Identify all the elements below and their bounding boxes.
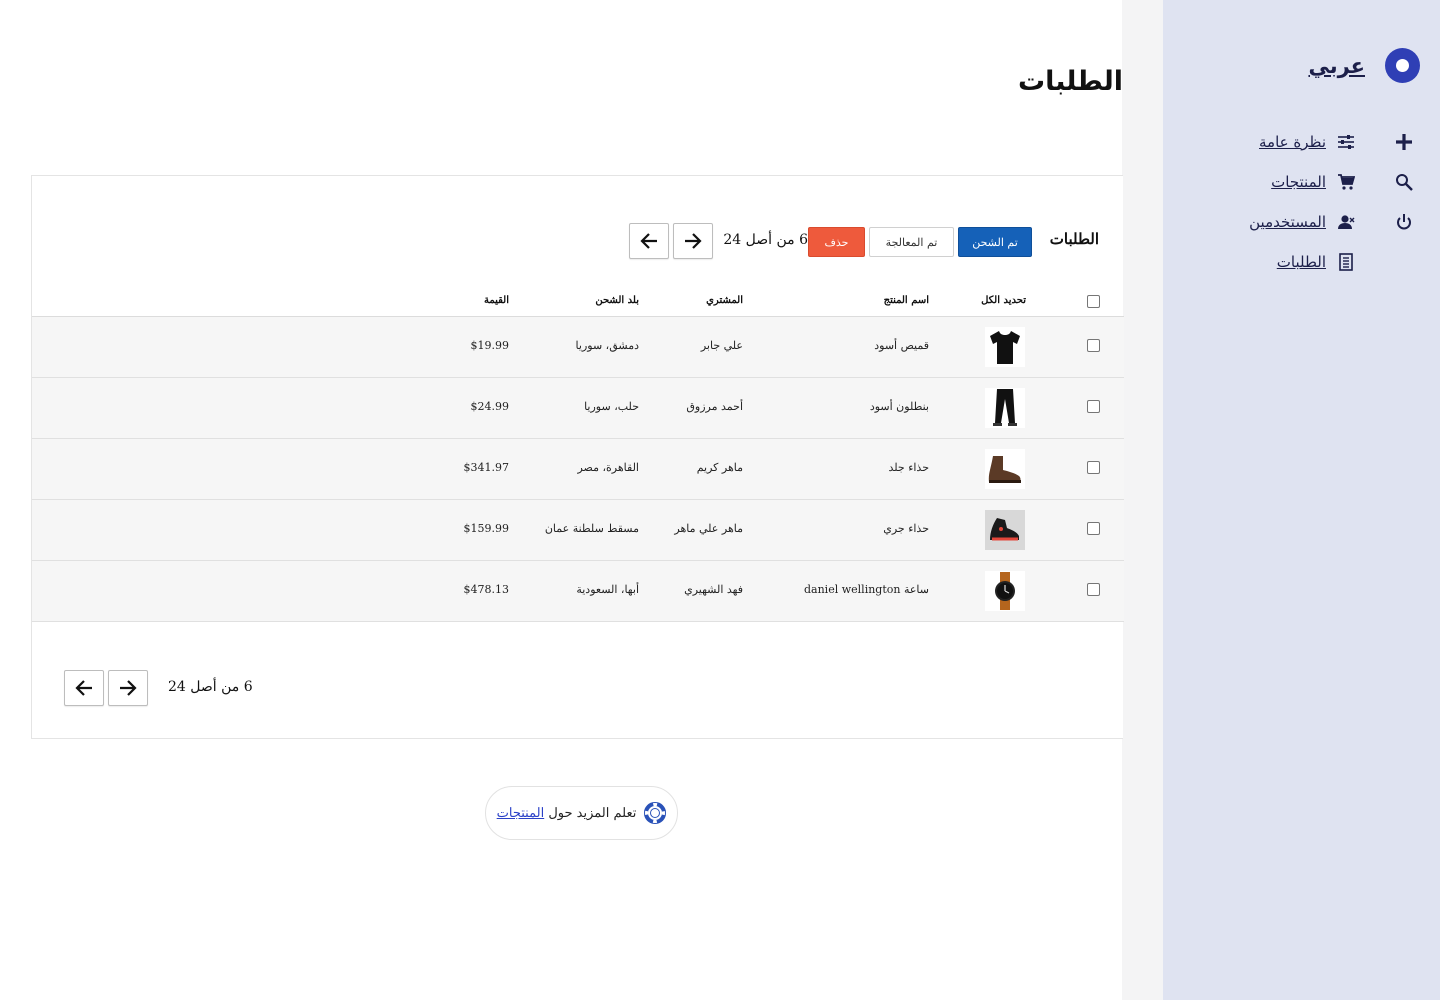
table-header: تحديد الكل اسم المنتج المشتري بلد الشحن … [32,282,1124,317]
learn-more-link[interactable]: المنتجات [497,806,545,821]
sneaker-icon [990,518,1019,541]
product-thumbnail [985,571,1025,611]
mark-processed-button[interactable]: تم المعالجة [869,227,954,257]
buyer-name: علي جابر [700,339,743,352]
logout-button[interactable] [1392,202,1416,242]
learn-more-prefix: تعلم المزيد حول [544,805,637,821]
document-icon [1336,252,1356,272]
arrow-left-icon [640,233,657,249]
ship-country: مسقط سلطنة عمان [544,522,639,535]
pants-icon [993,389,1017,426]
plus-icon [1396,134,1412,150]
product-thumbnail [985,327,1025,367]
shirt-icon [990,331,1020,364]
arrow-right-icon [685,233,702,249]
sidebar-nav: نظرة عامة المنتجات المستخدمين الطلبات [1176,122,1356,282]
row-checkbox[interactable] [1087,461,1100,474]
users-icon [1336,212,1356,232]
sidebar-item-label: نظرة عامة [1259,133,1326,151]
column-buyer: المشتري [706,295,743,306]
sidebar-item-overview[interactable]: نظرة عامة [1176,122,1356,162]
column-select-all: تحديد الكل [981,295,1026,306]
product-name: بنطلون أسود [869,400,929,413]
orders-card: الطلبات تم الشحن تم المعالجة حذف 6 من أص… [31,175,1124,739]
page-title: الطلبات [1017,66,1123,97]
brand[interactable]: عربي [1308,48,1420,83]
table-row[interactable]: حذاء جري ماهر علي ماهر مسقط سلطنة عمان $… [32,500,1124,561]
sliders-icon [1336,132,1356,152]
boot-icon [988,456,1021,483]
power-icon [1397,214,1411,230]
pager-text-bottom: 6 من أصل 24 [168,679,253,695]
lifebuoy-icon [644,802,667,824]
order-value: $24.99 [470,400,510,413]
add-button[interactable] [1392,122,1416,162]
column-value: القيمة [483,295,509,306]
select-all-checkbox[interactable] [1087,295,1100,308]
product-name: حذاء جري [883,522,929,535]
card-title: الطلبات [1049,230,1099,248]
search-icon [1396,174,1413,191]
prev-page-button-top[interactable] [629,223,669,259]
product-name: ساعة daniel wellington [804,583,929,596]
order-value: $341.97 [463,461,510,474]
product-thumbnail [985,449,1025,489]
pager-text-top: 6 من أصل 24 [723,232,808,248]
buyer-name: ماهر كريم [696,461,743,474]
mark-shipped-button[interactable]: تم الشحن [958,227,1032,257]
sidebar-item-products[interactable]: المنتجات [1176,162,1356,202]
next-page-button-top[interactable] [673,223,713,259]
cart-icon [1336,172,1356,192]
sidebar: عربي نظرة عامة المنتجات المستخدمين الطلب… [1163,0,1440,1000]
order-value: $159.99 [463,522,510,535]
buyer-name: فهد الشهيري [684,583,743,596]
search-button[interactable] [1392,162,1416,202]
row-checkbox[interactable] [1087,583,1100,596]
product-thumbnail [985,388,1025,428]
order-value: $19.99 [470,339,510,352]
table-row[interactable]: ساعة daniel wellington فهد الشهيري أبها،… [32,561,1124,622]
product-name: قميص أسود [874,339,929,352]
brand-name[interactable]: عربي [1308,54,1365,78]
table-row[interactable]: حذاء جلد ماهر كريم القاهرة، مصر $341.97 [32,439,1124,500]
order-value: $478.13 [463,583,510,596]
ship-country: حلب، سوريا [584,400,639,413]
buyer-name: أحمد مرزوق [686,400,743,413]
delete-button[interactable]: حذف [808,227,865,257]
product-name: حذاء جلد [888,461,929,474]
product-thumbnail [985,510,1025,550]
ship-country: دمشق، سوريا [575,339,639,352]
sidebar-item-users[interactable]: المستخدمين [1176,202,1356,242]
learn-more-text: تعلم المزيد حول المنتجات [497,806,637,821]
sidebar-item-label: المستخدمين [1249,213,1326,231]
next-page-button-bottom[interactable] [108,670,148,706]
row-checkbox[interactable] [1087,339,1100,352]
learn-more-pill: تعلم المزيد حول المنتجات [485,786,678,840]
sidebar-item-label: المنتجات [1271,173,1326,191]
table-row[interactable]: قميص أسود علي جابر دمشق، سوريا $19.99 [32,317,1124,378]
sidebar-rail [1122,0,1163,1000]
watch-icon [995,572,1015,610]
arrow-right-icon [120,680,137,696]
ship-country: القاهرة، مصر [577,461,639,474]
sidebar-item-orders[interactable]: الطلبات [1176,242,1356,282]
row-checkbox[interactable] [1087,522,1100,535]
column-country: بلد الشحن [595,295,639,306]
brand-logo-icon [1385,48,1420,83]
arrow-left-icon [75,680,92,696]
sidebar-item-label: الطلبات [1276,253,1326,271]
ship-country: أبها، السعودية [576,583,639,596]
buyer-name: ماهر علي ماهر [674,522,743,535]
prev-page-button-bottom[interactable] [64,670,104,706]
sidebar-tools [1392,122,1416,242]
row-checkbox[interactable] [1087,400,1100,413]
column-product: اسم المنتج [883,295,929,306]
table-row[interactable]: بنطلون أسود أحمد مرزوق حلب، سوريا $24.99 [32,378,1124,439]
